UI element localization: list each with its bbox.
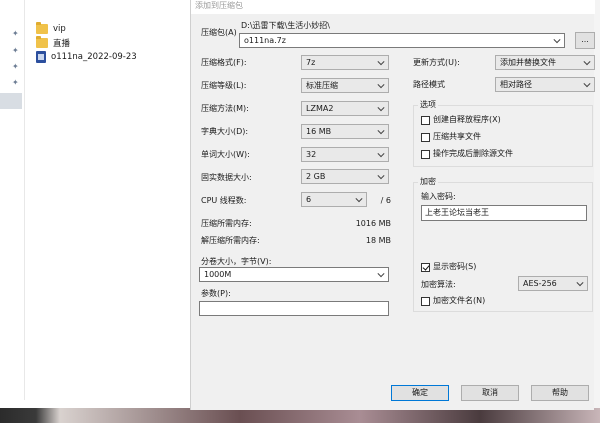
nav-selection-highlight <box>0 93 22 109</box>
show-password-checkbox[interactable]: 显示密码(S) <box>421 262 476 272</box>
chevron-down-icon <box>378 272 385 277</box>
encryption-method-select[interactable]: AES-256 <box>518 276 588 291</box>
pin-icon: ✦ <box>12 62 19 71</box>
chevron-down-icon <box>378 60 385 65</box>
explorer-item-label: o111na_2022-09-23 <box>51 52 137 62</box>
file-explorer-pane: ✦ ✦ ✦ ✦ vip 直播 o111na_2022-09-23 <box>0 0 190 423</box>
explorer-item-vip[interactable]: vip <box>36 22 66 36</box>
update-value: 添加并替换文件 <box>500 58 556 67</box>
checkbox-box <box>421 149 430 159</box>
mem-decompress-label: 解压缩所需内存: <box>201 236 260 245</box>
dialog-title: 添加到压缩包 <box>191 0 595 14</box>
help-button[interactable]: 帮助 <box>531 385 589 401</box>
pathmode-select[interactable]: 相对路径 <box>495 77 595 92</box>
chevron-down-icon <box>378 152 385 157</box>
show-password-label: 显示密码(S) <box>433 262 477 271</box>
update-select[interactable]: 添加并替换文件 <box>495 55 595 70</box>
encrypt-names-checkbox[interactable]: 加密文件名(N) <box>421 296 485 306</box>
word-select[interactable]: 32 <box>301 147 389 162</box>
explorer-item-live[interactable]: 直播 <box>36 36 70 50</box>
level-label: 压缩等级(L): <box>201 81 247 90</box>
chevron-down-icon <box>554 38 561 43</box>
threads-max: / 6 <box>380 196 391 205</box>
threads-value: 6 <box>306 195 312 204</box>
archive-name-combo[interactable]: o111na.7z <box>239 33 565 48</box>
mem-decompress-value: 18 MB <box>365 236 391 245</box>
word-label: 单词大小(W): <box>201 150 250 159</box>
checkbox-box <box>421 132 430 142</box>
encryption-method-value: AES-256 <box>523 279 557 288</box>
format-value: 7z <box>306 58 316 67</box>
options-group-title: 选项 <box>418 100 438 110</box>
level-value: 标准压缩 <box>306 81 338 90</box>
pane-divider <box>24 0 25 400</box>
volume-value: 1000M <box>204 270 232 279</box>
threads-label: CPU 线程数: <box>201 196 247 205</box>
archive-name-value: o111na.7z <box>244 36 286 45</box>
checkbox-box-checked <box>421 262 430 272</box>
chevron-down-icon <box>584 82 591 87</box>
browse-button[interactable]: ... <box>575 32 595 49</box>
archive-label: 压缩包(A) <box>201 28 237 37</box>
pathmode-value: 相对路径 <box>500 80 532 89</box>
dict-value: 16 MB <box>306 127 332 136</box>
checkbox-box <box>421 296 430 306</box>
solid-select[interactable]: 2 GB <box>301 169 389 184</box>
delete-checkbox[interactable]: 操作完成后删除源文件 <box>421 149 513 159</box>
chevron-down-icon <box>577 281 584 286</box>
chevron-down-icon <box>378 174 385 179</box>
chevron-down-icon <box>378 83 385 88</box>
folder-icon <box>36 36 48 48</box>
cancel-button[interactable]: 取消 <box>461 385 519 401</box>
threads-select[interactable]: 6 <box>301 192 367 207</box>
explorer-item-label: vip <box>53 24 66 34</box>
mem-compress-value: 1016 MB <box>355 219 391 228</box>
archive-path: D:\迅雷下载\生活小妙招\ <box>241 21 330 30</box>
explorer-item-label: 直播 <box>53 39 71 49</box>
encrypt-names-label: 加密文件名(N) <box>433 296 486 305</box>
sfx-label: 创建自释放程序(X) <box>433 115 501 124</box>
volume-label: 分卷大小，字节(V): <box>201 257 272 266</box>
folder-icon <box>36 22 48 34</box>
checkbox-box <box>421 115 430 125</box>
params-input[interactable] <box>199 301 389 316</box>
method-select[interactable]: LZMA2 <box>301 101 389 116</box>
format-label: 压缩格式(F): <box>201 58 247 67</box>
volume-combo[interactable]: 1000M <box>199 267 389 282</box>
password-label: 输入密码: <box>421 192 456 201</box>
add-to-archive-dialog: 添加到压缩包 压缩包(A) D:\迅雷下载\生活小妙招\ o111na.7z .… <box>190 0 595 410</box>
dict-label: 字典大小(D): <box>201 127 249 136</box>
method-value: LZMA2 <box>306 104 334 113</box>
solid-label: 固实数据大小: <box>201 173 252 182</box>
encryption-group-title: 加密 <box>418 177 438 187</box>
delete-label: 操作完成后删除源文件 <box>433 149 513 158</box>
chevron-down-icon <box>356 197 363 202</box>
sfx-checkbox[interactable]: 创建自释放程序(X) <box>421 115 501 125</box>
update-label: 更新方式(U): <box>413 58 460 67</box>
explorer-item-archive[interactable]: o111na_2022-09-23 <box>36 50 137 64</box>
mem-compress-label: 压缩所需内存: <box>201 219 252 228</box>
shared-label: 压缩共享文件 <box>433 132 481 141</box>
pin-icon: ✦ <box>12 78 19 87</box>
solid-value: 2 GB <box>306 172 326 181</box>
word-value: 32 <box>306 150 317 159</box>
format-select[interactable]: 7z <box>301 55 389 70</box>
shared-checkbox[interactable]: 压缩共享文件 <box>421 132 481 142</box>
encryption-method-label: 加密算法: <box>421 280 456 289</box>
params-label: 参数(P): <box>201 289 231 298</box>
chevron-down-icon <box>378 106 385 111</box>
archive-file-icon <box>36 51 46 63</box>
ok-button[interactable]: 确定 <box>391 385 449 401</box>
password-input[interactable]: 上老王论坛当老王 <box>421 205 587 221</box>
method-label: 压缩方法(M): <box>201 104 249 113</box>
pathmode-label: 路径模式 <box>413 80 445 89</box>
chevron-down-icon <box>378 129 385 134</box>
pin-icon: ✦ <box>12 29 19 38</box>
dict-select[interactable]: 16 MB <box>301 124 389 139</box>
chevron-down-icon <box>584 60 591 65</box>
pin-icon: ✦ <box>12 46 19 55</box>
level-select[interactable]: 标准压缩 <box>301 78 389 93</box>
background-wallpaper <box>0 408 600 423</box>
